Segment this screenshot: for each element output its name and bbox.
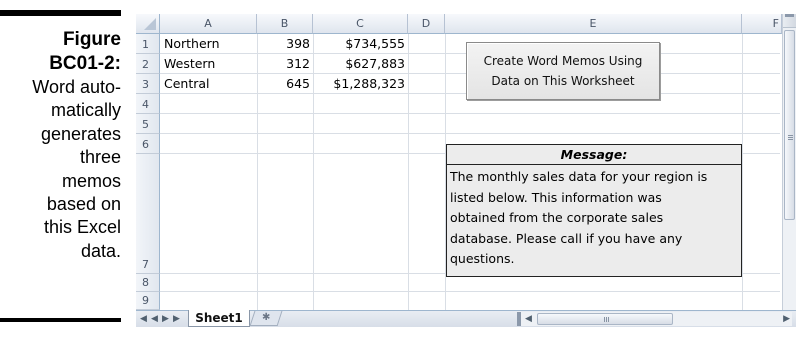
prev-sheet-icon[interactable]: ◀ xyxy=(151,312,158,327)
create-word-memos-button[interactable]: Create Word Memos Using Data on This Wor… xyxy=(466,42,660,100)
column-header-c[interactable]: C xyxy=(313,14,408,34)
caption-line: three xyxy=(79,147,121,168)
scroll-up-arrow-icon[interactable] xyxy=(783,14,796,28)
tab-split-handle[interactable] xyxy=(517,312,521,326)
caption-line: data. xyxy=(80,240,121,261)
gridline xyxy=(160,133,780,134)
scroll-right-arrow-icon[interactable]: ▶ xyxy=(783,313,790,325)
message-line: database. Please call if you have any xyxy=(450,230,683,246)
caption-bottom-rule xyxy=(0,318,121,322)
column-header-a[interactable]: A xyxy=(160,14,257,34)
row-header-3[interactable]: 3 xyxy=(136,74,160,94)
column-header-e[interactable]: E xyxy=(445,14,742,34)
button-label-line: Create Word Memos Using xyxy=(483,54,643,68)
vertical-scroll-thumb[interactable] xyxy=(784,30,795,220)
message-line: questions. xyxy=(450,251,515,266)
last-sheet-icon[interactable]: ▶ xyxy=(173,312,180,327)
gridline xyxy=(742,34,743,310)
gridline xyxy=(160,291,780,292)
caption-line: based on xyxy=(46,194,121,215)
row-header-1[interactable]: 1 xyxy=(136,34,160,54)
sheet-tab-sheet1[interactable]: Sheet1 xyxy=(188,310,250,327)
cell-c3[interactable]: $1,288,323 xyxy=(313,74,405,94)
message-cell-block[interactable]: Message: The monthly sales data for your… xyxy=(446,144,742,277)
row-header-7[interactable]: 7 xyxy=(136,154,160,274)
scroll-left-arrow-icon[interactable]: ◀ xyxy=(525,313,532,325)
message-title: Message: xyxy=(447,145,741,165)
row-header-5[interactable]: 5 xyxy=(136,114,160,134)
horizontal-scrollbar[interactable]: ◀ ▶ xyxy=(517,312,792,326)
figure-caption: Figure BC01-2: Word auto- matically gene… xyxy=(0,28,121,263)
gridline xyxy=(160,113,780,114)
column-header-d[interactable]: D xyxy=(408,14,445,34)
insert-sheet-icon: ✱ xyxy=(261,312,271,323)
caption-line: Word auto- xyxy=(32,77,121,97)
caption-line: memos xyxy=(61,170,121,191)
caption-text: Word auto- matically generates three mem… xyxy=(0,76,121,263)
cell-c2[interactable]: $627,883 xyxy=(313,54,405,74)
row-header-2[interactable]: 2 xyxy=(136,54,160,74)
insert-sheet-tab[interactable]: ✱ xyxy=(249,311,283,326)
column-header-b[interactable]: B xyxy=(257,14,313,34)
column-header-f[interactable]: F xyxy=(742,14,782,34)
row-header-9[interactable]: 9 xyxy=(136,292,160,310)
cell-a3[interactable]: Central xyxy=(164,74,210,94)
cell-a1[interactable]: Northern xyxy=(164,34,220,54)
excel-worksheet: A B C D E F 1 2 3 4 5 6 7 8 9 Northern 3… xyxy=(136,14,796,327)
button-label-line: Data on This Worksheet xyxy=(491,74,635,88)
caption-top-rule xyxy=(0,10,121,16)
message-line: listed below. This information was xyxy=(450,189,662,205)
row-header-6[interactable]: 6 xyxy=(136,134,160,154)
figure-number: BC01-2: xyxy=(49,53,121,74)
caption-line: generates xyxy=(40,123,121,144)
figure-label: Figure xyxy=(62,29,121,50)
next-sheet-icon[interactable]: ▶ xyxy=(162,312,169,327)
row-header-4[interactable]: 4 xyxy=(136,94,160,114)
select-all-corner[interactable] xyxy=(136,14,160,34)
cell-b2[interactable]: 312 xyxy=(257,54,310,74)
horizontal-scroll-thumb[interactable] xyxy=(537,313,673,325)
first-sheet-icon[interactable]: ◀ xyxy=(140,312,147,327)
cell-c1[interactable]: $734,555 xyxy=(313,34,405,54)
cell-b1[interactable]: 398 xyxy=(257,34,310,54)
message-body: The monthly sales data for your region i… xyxy=(447,165,741,270)
row-header-8[interactable]: 8 xyxy=(136,274,160,292)
gridline xyxy=(408,34,409,310)
vertical-scrollbar[interactable] xyxy=(782,14,796,311)
sheet-tab-bar: ◀ ◀ ▶ ▶ Sheet1 ✱ ◀ ▶ xyxy=(136,310,796,327)
cell-a2[interactable]: Western xyxy=(164,54,215,74)
message-line: obtained from the corporate sales xyxy=(450,210,664,225)
cell-b3[interactable]: 645 xyxy=(257,74,310,94)
message-line: The monthly sales data for your region i… xyxy=(450,169,708,184)
caption-line: this Excel xyxy=(43,217,121,238)
caption-line: matically xyxy=(50,100,121,121)
